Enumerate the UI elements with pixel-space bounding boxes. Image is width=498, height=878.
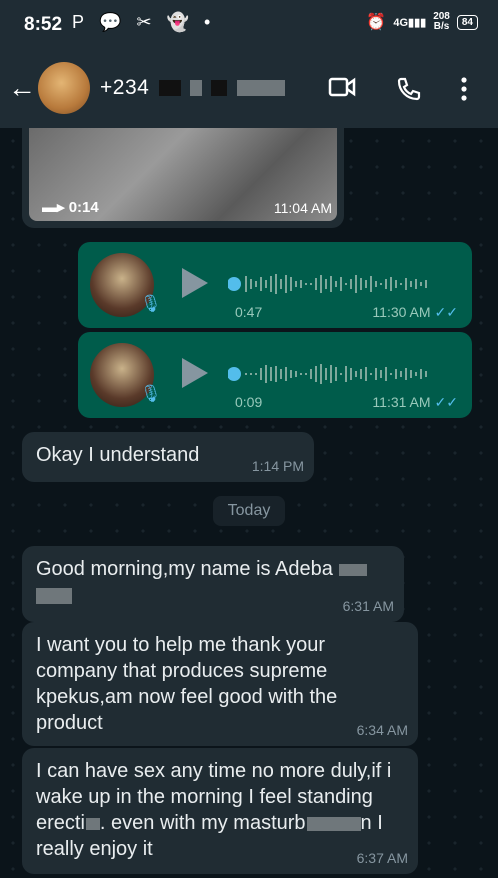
speed-unit: B/s [433,21,450,32]
microphone-icon: 🎙 [140,384,162,403]
battery-icon: 84 [456,14,478,30]
redaction [158,80,181,97]
avatar[interactable] [38,62,90,114]
incoming-message[interactable]: Okay I understand 1:14 PM [22,432,314,482]
chat-area[interactable]: ▬▸ 0:14 11:04 AM 🎙 0:47 11:30 AM ✓✓ 🎙 0:… [0,128,498,878]
date-separator: Today [213,496,285,526]
snapchat-notification-icon: 👻 [166,12,189,32]
scissors-notification-icon: ✂ [136,12,152,32]
message-text-part: . even with my masturb [99,812,306,834]
message-time: 11:31 AM ✓✓ [372,394,458,411]
voice-message[interactable]: 🎙 0:47 11:30 AM ✓✓ [78,242,472,328]
more-options-icon[interactable] [460,76,468,108]
play-button[interactable] [182,268,208,298]
network-signal-icon: 4G▮▮▮ [393,16,427,29]
voice-time-text: 11:31 AM [372,394,431,410]
phone-call-icon[interactable] [396,76,422,108]
incoming-message[interactable]: Good morning,my name is Adeba 6:31 AM [22,546,404,622]
message-text: I want you to help me thank your company… [36,634,338,734]
network-type: 4G [393,16,409,29]
network-speed: 208 B/s [433,12,450,32]
contact-name[interactable]: +234 [100,76,285,100]
microphone-icon: 🎙 [140,294,162,313]
video-camera-icon: ▬▸ [42,199,65,216]
notification-icons: P 💬 ✂ 👻 • [72,12,220,33]
status-time: 8:52 [24,14,63,35]
alarm-icon: ⏰ [366,14,387,31]
voice-waveform[interactable] [228,360,458,388]
voice-waveform[interactable] [228,270,458,298]
redaction [338,563,367,576]
incoming-message[interactable]: I want you to help me thank your company… [22,622,418,746]
message-time: 11:30 AM ✓✓ [372,304,458,321]
message-time: 1:14 PM [251,458,304,474]
chat-header: ← +234 [0,50,498,128]
back-arrow-icon[interactable]: ← [8,72,36,104]
paypal-notification-icon: P [72,12,85,32]
status-right: ⏰ 4G▮▮▮ 208 B/s 84 [366,12,478,32]
voice-duration: 0:47 [235,304,263,320]
contact-number: +234 [100,76,150,99]
video-call-icon[interactable] [328,76,356,104]
voice-duration: 0:09 [235,394,263,410]
message-time: 11:04 AM [273,200,332,216]
redaction [306,816,361,831]
read-receipt-icon: ✓✓ [434,304,458,320]
chat-notification-icon: 💬 [99,12,122,32]
status-bar: 8:52 P 💬 ✂ 👻 • ⏰ 4G▮▮▮ 208 B/s 84 [0,0,498,50]
read-receipt-icon: ✓✓ [434,394,458,410]
video-duration: ▬▸ 0:14 [42,198,99,216]
message-text: Good morning,my name is Adeba [36,556,392,608]
message-text: I can have sex any time no more duly,if … [36,758,406,862]
play-button[interactable] [182,358,208,388]
incoming-message[interactable]: I can have sex any time no more duly,if … [22,748,418,874]
message-text-part: Good morning,my name is Adeba [36,558,333,580]
redaction [236,80,285,97]
more-notifications-icon: • [204,12,211,32]
message-time: 6:31 AM [342,598,394,614]
voice-message[interactable]: 🎙 0:09 11:31 AM ✓✓ [78,332,472,418]
redaction [190,80,202,97]
video-message[interactable]: ▬▸ 0:14 11:04 AM [22,128,344,228]
voice-time-text: 11:30 AM [372,304,431,320]
redaction [36,587,72,604]
redaction [85,817,100,830]
message-time: 6:37 AM [356,850,408,866]
redaction [211,80,228,97]
video-duration-text: 0:14 [68,199,99,216]
message-time: 6:34 AM [356,722,408,738]
